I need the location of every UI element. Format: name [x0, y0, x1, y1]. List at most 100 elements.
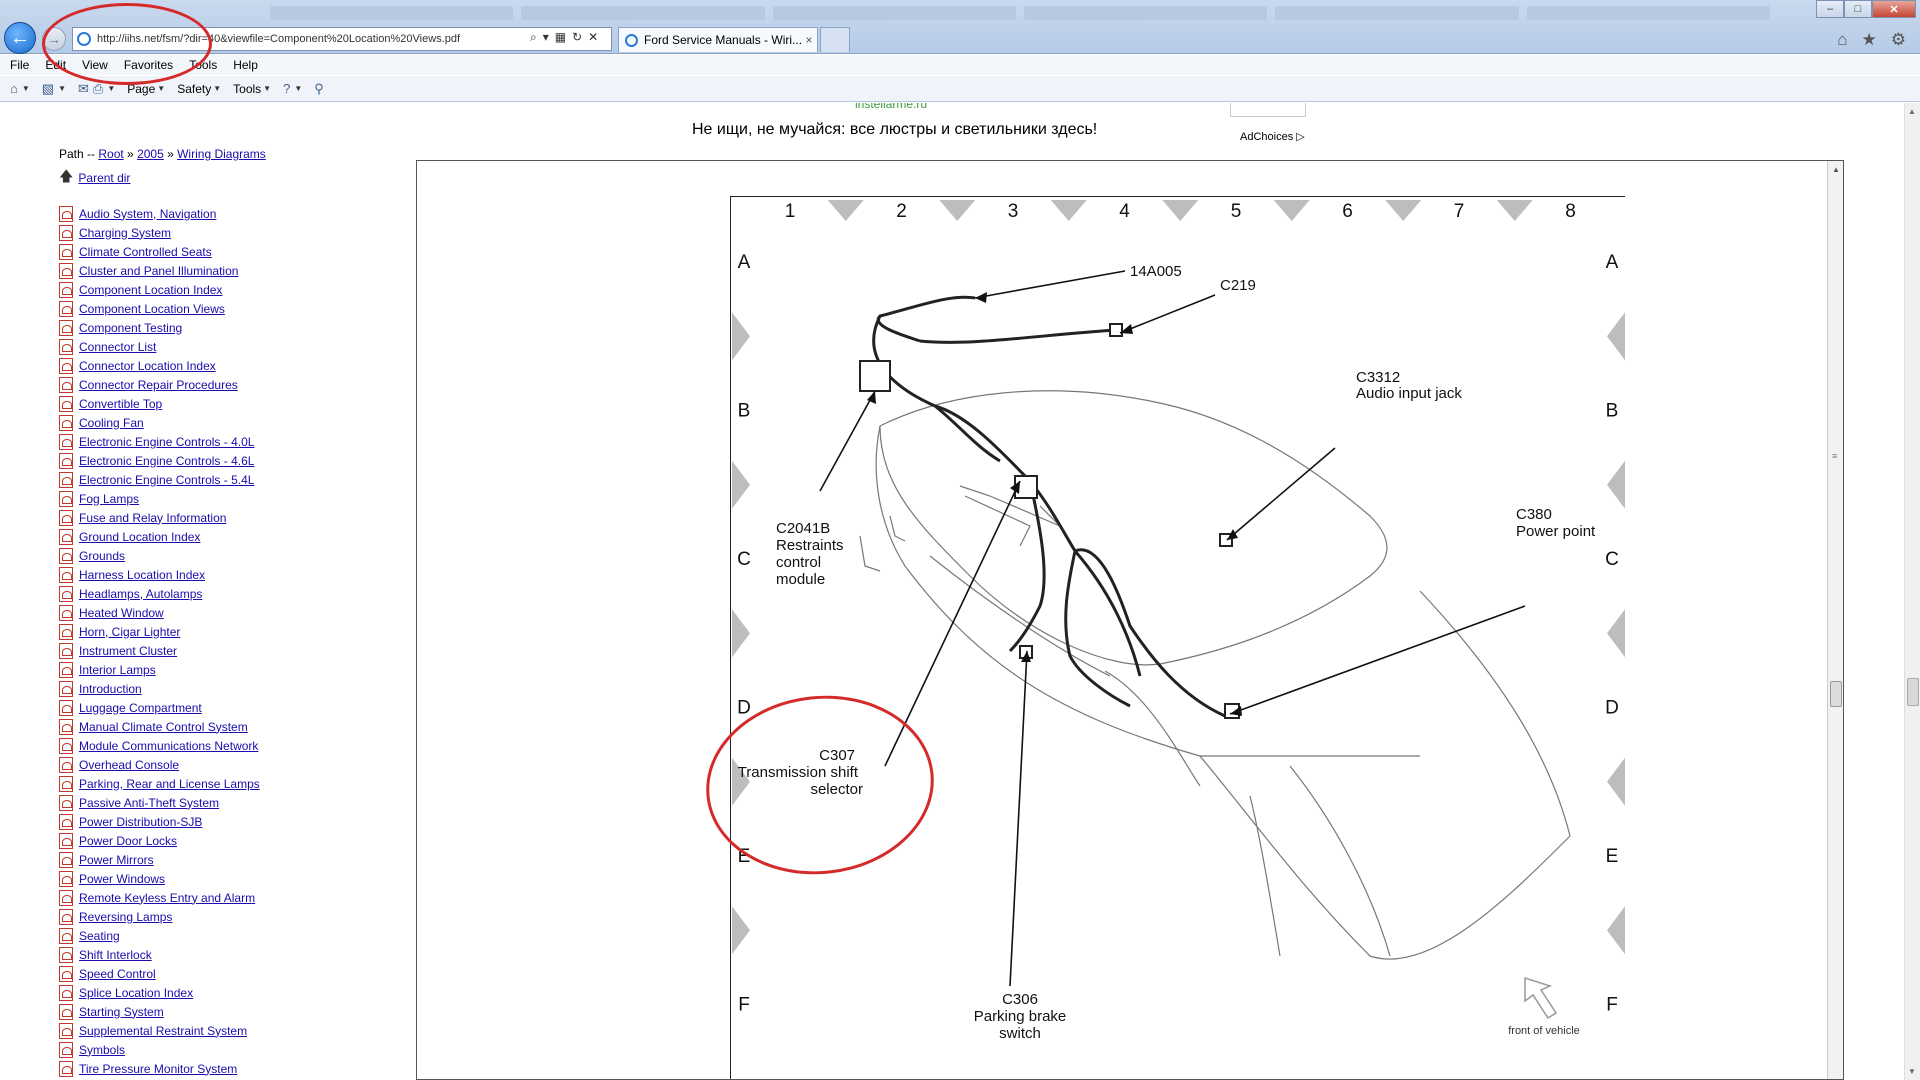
chevron-down-icon[interactable]: ▼ — [58, 84, 66, 93]
tools-menu-button[interactable]: Tools — [233, 82, 261, 96]
nav-link[interactable]: Symbols — [79, 1043, 125, 1057]
nav-link[interactable]: Power Mirrors — [79, 853, 154, 867]
page-scrollbar[interactable]: ▲ ▼ — [1904, 103, 1920, 1080]
nav-link[interactable]: Component Testing — [79, 321, 182, 335]
nav-link[interactable]: Splice Location Index — [79, 986, 193, 1000]
tab-ford-service-manuals[interactable]: Ford Service Manuals - Wiri... × — [618, 27, 818, 52]
safety-menu-button[interactable]: Safety — [177, 82, 211, 96]
nav-link[interactable]: Module Communications Network — [79, 739, 258, 753]
nav-item: Module Communications Network — [59, 736, 260, 755]
nav-link[interactable]: Seating — [79, 929, 120, 943]
nav-link[interactable]: Harness Location Index — [79, 568, 205, 582]
pdf-file-icon — [59, 699, 73, 716]
pdf-viewer[interactable]: 12345678 AABBCCDDEEFF 14A005 C219 C3312 … — [416, 160, 1844, 1080]
nav-link[interactable]: Electronic Engine Controls - 5.4L — [79, 473, 254, 487]
nav-link[interactable]: Connector List — [79, 340, 156, 354]
ad-box[interactable] — [1230, 103, 1306, 117]
nav-link[interactable]: Passive Anti-Theft System — [79, 796, 219, 810]
nav-link[interactable]: Component Location Index — [79, 283, 222, 297]
nav-link[interactable]: Convertible Top — [79, 397, 162, 411]
ad-remnant-text[interactable]: lnstellarme.ru — [855, 103, 927, 111]
dropdown-icon[interactable]: ▾ — [543, 30, 549, 45]
rss-icon[interactable]: ▧ — [42, 81, 54, 97]
nav-link[interactable]: Component Location Views — [79, 302, 225, 316]
mail-icon[interactable]: ✉ — [78, 81, 89, 97]
menu-file[interactable]: File — [10, 58, 29, 72]
stop-icon[interactable]: ✕ — [588, 30, 598, 45]
nav-link[interactable]: Horn, Cigar Lighter — [79, 625, 180, 639]
search-icon[interactable]: ⌕ — [530, 30, 537, 45]
star-icon[interactable]: ★ — [1862, 30, 1877, 50]
nav-link[interactable]: Reversing Lamps — [79, 910, 172, 924]
pdf-file-icon — [59, 395, 73, 412]
close-window-button[interactable]: ✕ — [1872, 0, 1916, 18]
nav-item: Supplemental Restraint System — [59, 1021, 260, 1040]
nav-link[interactable]: Power Windows — [79, 872, 165, 886]
scroll-up-icon[interactable]: ▲ — [1908, 107, 1916, 116]
nav-link[interactable]: Audio System, Navigation — [79, 207, 216, 221]
nav-link[interactable]: Cooling Fan — [79, 416, 144, 430]
nav-link[interactable]: Electronic Engine Controls - 4.6L — [79, 454, 254, 468]
nav-link[interactable]: Remote Keyless Entry and Alarm — [79, 891, 255, 905]
nav-link[interactable]: Luggage Compartment — [79, 701, 202, 715]
nav-link[interactable]: Speed Control — [79, 967, 156, 981]
nav-link[interactable]: Power Door Locks — [79, 834, 177, 848]
research-icon[interactable]: ⚲ — [314, 81, 324, 97]
nav-link[interactable]: Shift Interlock — [79, 948, 152, 962]
pdf-file-icon — [59, 414, 73, 431]
breadcrumb-root[interactable]: Root — [98, 147, 123, 161]
diagram-border — [730, 196, 1625, 1079]
ad-choices-link[interactable]: AdChoices ▷ — [1240, 130, 1305, 143]
nav-link[interactable]: Headlamps, Autolamps — [79, 587, 202, 601]
page-scroll-thumb[interactable] — [1907, 678, 1919, 706]
nav-link[interactable]: Fuse and Relay Information — [79, 511, 226, 525]
parent-dir-link[interactable]: Parent dir — [78, 171, 130, 185]
chevron-down-icon[interactable]: ▼ — [213, 84, 221, 93]
pdf-scroll-thumb[interactable] — [1830, 681, 1842, 707]
new-tab-button[interactable] — [820, 27, 850, 52]
chevron-down-icon[interactable]: ▼ — [157, 84, 165, 93]
nav-link[interactable]: Fog Lamps — [79, 492, 139, 506]
nav-link[interactable]: Parking, Rear and License Lamps — [79, 777, 260, 791]
chevron-down-icon[interactable]: ▼ — [107, 84, 115, 93]
chevron-down-icon[interactable]: ▼ — [263, 84, 271, 93]
nav-link[interactable]: Power Distribution-SJB — [79, 815, 202, 829]
refresh-icon[interactable]: ↻ — [572, 30, 582, 45]
breadcrumb-wiring-diagrams[interactable]: Wiring Diagrams — [177, 147, 266, 161]
nav-link[interactable]: Overhead Console — [79, 758, 179, 772]
scroll-up-icon[interactable]: ▲ — [1832, 165, 1840, 174]
menu-help[interactable]: Help — [233, 58, 258, 72]
nav-link[interactable]: Grounds — [79, 549, 125, 563]
home-icon[interactable]: ⌂ — [10, 81, 18, 96]
ad-text[interactable]: Не ищи, не мучайся: все люстры и светиль… — [692, 121, 1097, 139]
pdf-file-icon — [59, 870, 73, 887]
nav-link[interactable]: Electronic Engine Controls - 4.0L — [79, 435, 254, 449]
nav-link[interactable]: Supplemental Restraint System — [79, 1024, 247, 1038]
nav-link[interactable]: Manual Climate Control System — [79, 720, 248, 734]
gear-icon[interactable]: ⚙ — [1891, 30, 1906, 50]
pdf-scrollbar[interactable]: ▲ ≡ — [1827, 161, 1843, 1079]
nav-link[interactable]: Heated Window — [79, 606, 164, 620]
nav-link[interactable]: Interior Lamps — [79, 663, 156, 677]
nav-link[interactable]: Instrument Cluster — [79, 644, 177, 658]
chevron-down-icon[interactable]: ▼ — [294, 84, 302, 93]
minimize-button[interactable]: – — [1816, 0, 1844, 18]
nav-link[interactable]: Climate Controlled Seats — [79, 245, 212, 259]
tab-close-icon[interactable]: × — [801, 33, 817, 47]
nav-link[interactable]: Cluster and Panel Illumination — [79, 264, 238, 278]
nav-link[interactable]: Connector Location Index — [79, 359, 216, 373]
nav-link[interactable]: Tire Pressure Monitor System — [79, 1062, 237, 1076]
help-icon[interactable]: ? — [283, 81, 290, 96]
nav-link[interactable]: Charging System — [79, 226, 171, 240]
compat-icon[interactable]: ▦ — [555, 30, 566, 45]
back-button[interactable]: ← — [4, 22, 36, 54]
nav-link[interactable]: Starting System — [79, 1005, 164, 1019]
chevron-down-icon[interactable]: ▼ — [22, 84, 30, 93]
scroll-down-icon[interactable]: ▼ — [1908, 1067, 1916, 1076]
maximize-button[interactable]: □ — [1844, 0, 1872, 18]
home-icon[interactable]: ⌂ — [1837, 30, 1847, 50]
nav-link[interactable]: Connector Repair Procedures — [79, 378, 238, 392]
breadcrumb-2005[interactable]: 2005 — [137, 147, 164, 161]
nav-link[interactable]: Ground Location Index — [79, 530, 200, 544]
nav-link[interactable]: Introduction — [79, 682, 142, 696]
